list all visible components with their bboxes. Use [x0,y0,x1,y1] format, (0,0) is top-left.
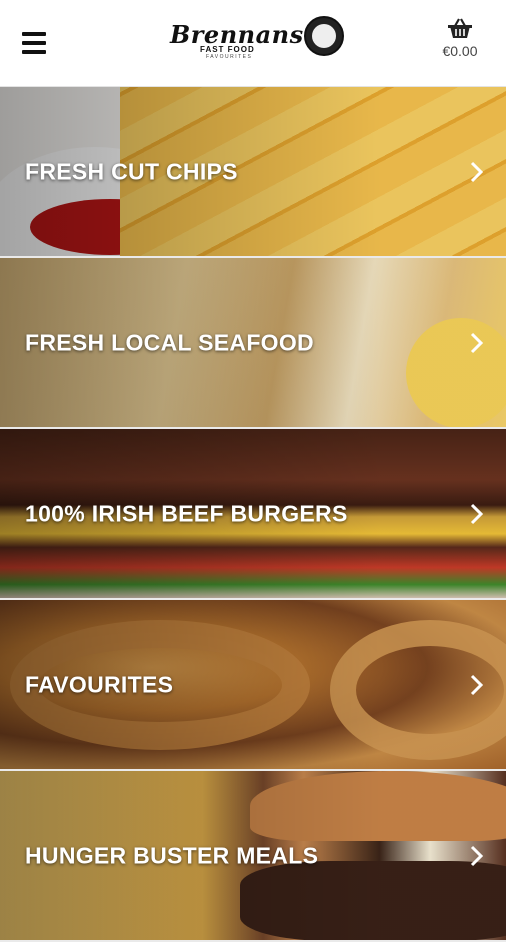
shopping-basket-icon [448,18,472,38]
app-header: Brennans FAST FOOD FAVOURITES €0.00 [0,0,506,87]
category-tile-favourites[interactable]: FAVOURITES [0,600,506,771]
category-tile-irish-beef-burgers[interactable]: 100% IRISH BEEF BURGERS [0,429,506,600]
logo-tagline: FAST FOOD [200,45,255,54]
chevron-right-icon [470,845,484,866]
category-tile-fresh-cut-chips[interactable]: FRESH CUT CHIPS [0,87,506,258]
category-label: FRESH CUT CHIPS [25,158,238,184]
category-label: FAVOURITES [25,671,174,697]
category-label: 100% IRISH BEEF BURGERS [25,500,348,526]
hamburger-menu-icon[interactable] [22,32,46,56]
brand-logo[interactable]: Brennans FAST FOOD FAVOURITES [170,14,350,64]
cart-button[interactable]: €0.00 [430,18,490,68]
chevron-right-icon [470,674,484,695]
chevron-right-icon [470,161,484,182]
cart-total: €0.00 [442,43,478,59]
category-label: FRESH LOCAL SEAFOOD [25,329,314,355]
category-label: HUNGER BUSTER MEALS [25,842,319,868]
category-tile-fresh-local-seafood[interactable]: FRESH LOCAL SEAFOOD [0,258,506,429]
logo-seal-icon [304,16,344,56]
logo-subtagline: FAVOURITES [206,54,253,60]
chevron-right-icon [470,503,484,524]
category-tile-hunger-buster-meals[interactable]: HUNGER BUSTER MEALS [0,771,506,942]
chevron-right-icon [470,332,484,353]
category-list: FRESH CUT CHIPS FRESH LOCAL SEAFOOD 100%… [0,87,506,942]
